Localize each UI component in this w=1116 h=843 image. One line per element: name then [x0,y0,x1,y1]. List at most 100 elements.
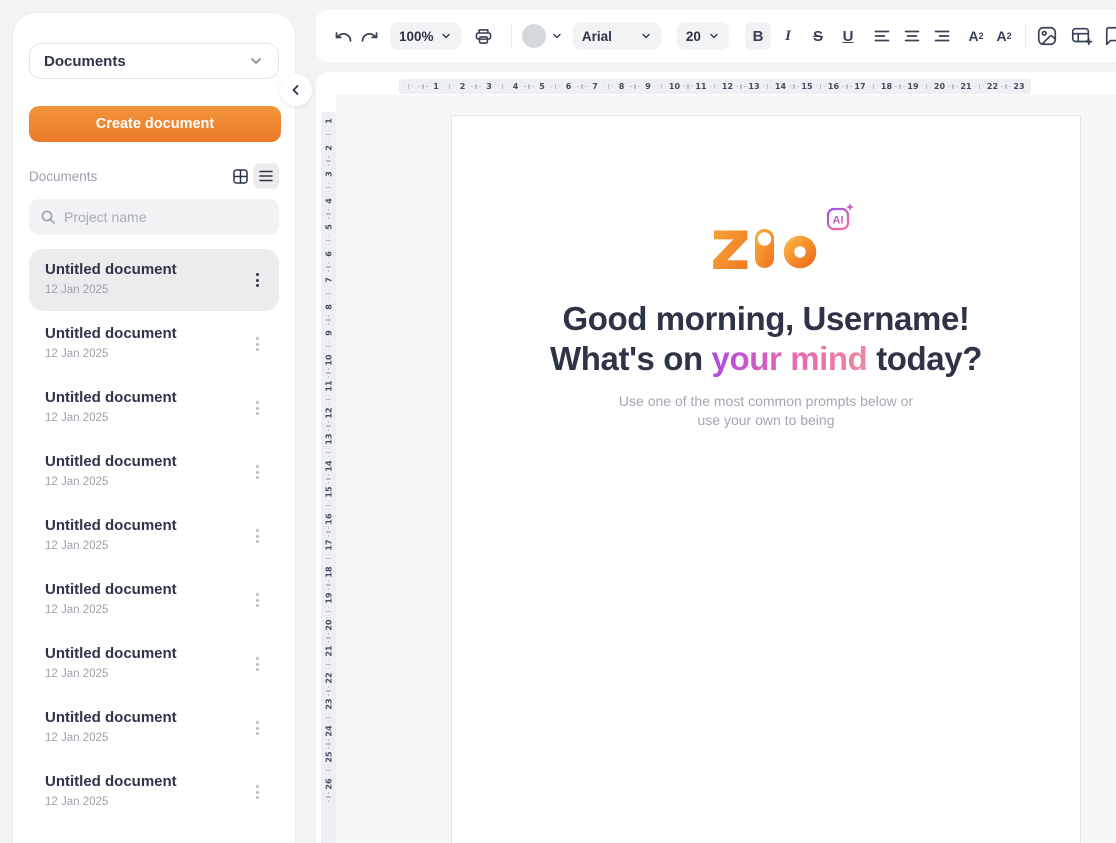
ruler-ticks [326,368,331,378]
redo-button[interactable] [356,22,382,50]
align-center-icon [903,27,921,45]
document-title: Untitled document [45,452,248,472]
document-menu-button[interactable] [248,324,266,364]
zoom-value: 100% [399,29,434,44]
document-list-item[interactable]: Untitled document 12 Jan 2025 [29,569,279,631]
document-menu-button[interactable] [248,452,266,492]
print-button[interactable] [471,22,497,50]
ruler-mark: 20 [934,82,946,91]
grid-view-button[interactable] [227,163,253,189]
ruler-ticks [326,342,331,352]
logo-letter-z: z [710,220,751,272]
ruler-ticks [326,686,331,696]
logo-letter-o [789,241,811,263]
ruler-ticks [683,84,693,89]
document-menu-button[interactable] [248,580,266,620]
bold-button[interactable]: B [745,22,771,50]
ruler-ticks [326,713,331,723]
document-list-item[interactable]: Untitled document 12 Jan 2025 [29,441,279,503]
ruler-horizontal: 1234567891011121314151617181920212223 [399,79,1031,94]
ruler-ticks [326,262,331,272]
greeting-heading: Good morning, Username! What's on your m… [452,299,1080,379]
subscript-mark: 2 [1007,31,1012,41]
ruler-ticks [326,448,331,458]
editor-canvas: z AI [336,95,1116,843]
ruler-mark: 4 [323,193,335,208]
ruler-ticks [577,84,587,89]
ruler-ticks [789,84,799,89]
superscript-button[interactable]: A2 [963,22,989,50]
ruler-mark: 21 [960,82,972,91]
document-menu-button[interactable] [248,516,266,556]
subtitle-line2: use your own to being [452,411,1080,430]
document-list-item[interactable]: Untitled document 12 Jan 2025 [29,761,279,823]
align-left-button[interactable] [869,22,895,50]
superscript-mark: 2 [979,31,984,41]
list-view-button[interactable] [253,163,279,189]
zoom-select[interactable]: 100% [390,22,461,50]
ruler-mark: 15 [323,485,335,500]
ruler-ticks [326,792,331,802]
strikethrough-button[interactable]: S [805,22,831,50]
ruler-ticks [816,84,826,89]
create-document-button[interactable]: Create document [29,106,281,142]
ruler-ticks [630,84,640,89]
document-menu-button[interactable] [248,708,266,748]
list-icon [258,169,274,183]
document-menu-button[interactable] [248,772,266,812]
insert-image-button[interactable] [1034,22,1060,50]
font-family-select[interactable]: Arial [573,22,661,50]
underline-button[interactable]: U [835,22,861,50]
ruler-mark: 7 [323,273,335,288]
align-center-button[interactable] [899,22,925,50]
document-list-item[interactable]: Untitled document 12 Jan 2025 [29,505,279,567]
ruler-mark: 9 [323,326,335,341]
text-color-picker[interactable] [522,22,563,50]
sidebar-collapse-button[interactable] [280,74,312,106]
undo-button[interactable] [330,22,356,50]
document-menu-button[interactable] [248,388,266,428]
document-list-item[interactable]: Untitled document 12 Jan 2025 [29,697,279,759]
italic-button[interactable]: I [775,22,801,50]
ruler-mark: 9 [642,82,654,91]
chevron-down-icon [440,30,452,42]
subscript-button[interactable]: A2 [991,22,1017,50]
document-menu-button[interactable] [248,644,266,684]
document-list-item[interactable]: Untitled document 12 Jan 2025 [29,313,279,375]
font-size-select[interactable]: 20 [677,22,729,50]
comment-button[interactable] [1102,22,1116,50]
chevron-down-icon [640,30,652,42]
document-list-item[interactable]: Untitled document 12 Jan 2025 [29,633,279,695]
document-workspace: 1234567891011121314151617181920212223 12… [316,72,1116,843]
ruler-ticks [326,183,331,193]
align-right-button[interactable] [929,22,955,50]
ruler-mark: 6 [563,82,575,91]
document-page[interactable]: z AI [451,115,1081,843]
zio-logo: z [706,220,826,272]
ruler-ticks [326,289,331,299]
ruler-mark: 5 [536,82,548,91]
ruler-mark: 1 [323,114,335,129]
table-add-icon [1070,25,1092,47]
ruler-ticks [326,156,331,166]
ruler-mark: 3 [483,82,495,91]
ruler-mark: 11 [323,379,335,394]
search-input[interactable] [64,209,268,225]
workspace-selector[interactable]: Documents [29,43,279,79]
ruler-mark: 12 [323,405,335,420]
ruler-vertical: 1234567891011121314151617181920212223242… [321,112,336,843]
document-date: 12 Jan 2025 [45,668,248,680]
insert-table-button[interactable] [1068,22,1094,50]
ruler-mark: 10 [323,352,335,367]
ruler-ticks [326,660,331,670]
toolbar-divider [1025,24,1026,48]
document-list-item[interactable]: Untitled document 12 Jan 2025 [29,377,279,439]
ruler-mark: 22 [323,670,335,685]
document-date: 12 Jan 2025 [45,284,248,296]
redo-icon [359,26,380,47]
ruler-mark: 4 [510,82,522,91]
document-menu-button[interactable] [248,260,266,300]
document-list-item[interactable]: Untitled document 12 Jan 2025 [29,249,279,311]
ruler-mark: 19 [323,591,335,606]
search-icon [40,209,56,225]
